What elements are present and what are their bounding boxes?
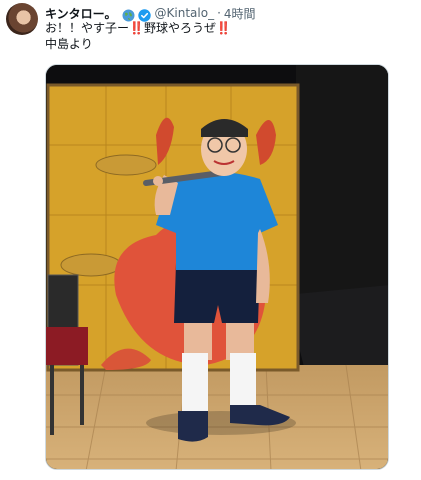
tweet-card[interactable]: キンタロー。 @Kintalo_ · 4時間 お！！やす子ー‼️野球やろうぜ‼️… xyxy=(0,0,421,480)
author-name[interactable]: キンタロー。 xyxy=(45,5,117,22)
globe-icon xyxy=(122,7,135,21)
author-handle[interactable]: @Kintalo_ xyxy=(155,6,215,20)
author-avatar[interactable] xyxy=(6,3,38,35)
verified-badge-icon xyxy=(137,7,151,22)
photo-illustration xyxy=(46,65,388,469)
header-separator: · xyxy=(217,6,221,20)
tweet-timestamp[interactable]: 4時間 xyxy=(224,5,256,22)
tweet-text-line-2: 中島より xyxy=(45,37,93,51)
tweet-text-line-1: お！！やす子ー‼️野球やろうぜ‼️ xyxy=(45,21,231,35)
tweet-text: お！！やす子ー‼️野球やろうぜ‼️ 中島より xyxy=(45,20,231,52)
tweet-photo[interactable] xyxy=(45,64,389,470)
